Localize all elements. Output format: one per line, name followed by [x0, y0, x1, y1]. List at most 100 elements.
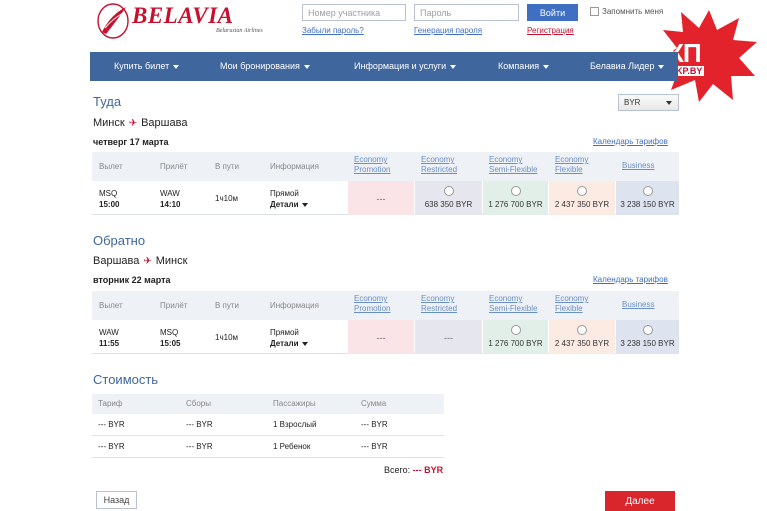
- next-button[interactable]: Далее: [605, 491, 675, 511]
- nav-item-company[interactable]: Компания: [498, 61, 550, 71]
- header-info: Информация: [270, 301, 319, 310]
- header-duration: В пути: [215, 301, 240, 310]
- fare-name-line2: Flexible: [555, 304, 583, 313]
- inbound-title: Обратно: [93, 233, 146, 248]
- fare-name-line2: Promotion: [354, 165, 391, 174]
- fare-name-line1: Economy: [421, 294, 455, 303]
- header-info: Информация: [270, 162, 319, 171]
- total-amount: Всего: --- BYR: [384, 465, 443, 475]
- fare-header-0[interactable]: Economy PromotionEconomyPromotion: [354, 294, 412, 314]
- fare-header-4[interactable]: BusinessBusiness: [622, 161, 677, 171]
- cost-fees: --- BYR: [186, 442, 213, 451]
- nav-item-info-services[interactable]: Информация и услуги: [354, 61, 457, 71]
- nav-item-my-bookings[interactable]: Мои бронирования: [220, 61, 310, 71]
- fare-name-line1: Economy: [555, 294, 589, 303]
- inbound-fare-calendar-link[interactable]: Календарь тарифов: [593, 275, 668, 284]
- chevron-down-icon: [303, 64, 310, 69]
- chevron-down-icon: [301, 202, 308, 207]
- total-label: Всего:: [384, 465, 411, 475]
- header-arrive: Прилёт: [160, 162, 188, 171]
- dep-time: 11:55: [99, 339, 120, 348]
- cost-header-fare: Тариф: [98, 399, 123, 408]
- nav-item-belavia-leader[interactable]: Белавиа Лидер: [590, 61, 665, 71]
- details-link[interactable]: Детали: [270, 339, 308, 348]
- fare-header-3[interactable]: Economy FlexibleEconomyFlexible: [555, 155, 613, 175]
- chevron-down-icon: [301, 341, 308, 346]
- fare-header-1[interactable]: Economy RestrictedEconomyRestricted: [421, 294, 480, 314]
- fare-name-line1: Economy: [489, 294, 523, 303]
- fare-radio[interactable]: [577, 325, 587, 335]
- fare-radio[interactable]: [443, 186, 454, 196]
- fare-radio[interactable]: [642, 325, 653, 335]
- currency-value: BYR: [624, 98, 641, 107]
- fare-name-line1: Business: [622, 161, 655, 170]
- fare-name-line1: Economy: [354, 294, 388, 303]
- chevron-down-icon: [543, 64, 550, 69]
- fare-header-2[interactable]: Economy Semi-FlexibleEconomySemi-Flexibl…: [489, 294, 546, 314]
- fare-radio[interactable]: [642, 186, 653, 196]
- route-to: Варшава: [141, 117, 188, 129]
- currency-select[interactable]: BYR: [618, 94, 679, 111]
- brand-subtitle: Belarusian Airlines: [216, 28, 263, 34]
- generate-password-link[interactable]: Генерация пароля: [414, 26, 482, 35]
- fare-header-1[interactable]: Economy RestrictedEconomyRestricted: [421, 155, 480, 175]
- belavia-logo[interactable]: BELAVIA Belarusian Airlines: [96, 2, 276, 42]
- fare-name-line1: Economy: [489, 155, 523, 164]
- fare-radio[interactable]: [510, 325, 521, 335]
- details-link[interactable]: Детали: [270, 200, 308, 209]
- fare-name-line2: Semi-Flexible: [489, 304, 538, 313]
- chevron-down-icon: [450, 64, 457, 69]
- fare-name-line2: Semi-Flexible: [489, 165, 538, 174]
- brand-name: BELAVIA: [132, 3, 234, 28]
- fare-name-line1: Business: [622, 300, 655, 309]
- chevron-down-icon: [173, 64, 180, 69]
- chevron-down-icon: [666, 101, 672, 105]
- header-duration: В пути: [215, 162, 240, 171]
- nav-item-buy-ticket[interactable]: Купить билет: [114, 61, 180, 71]
- fare-price: 2 437 350 BYR: [554, 200, 610, 209]
- remember-me[interactable]: Запомнить меня: [590, 7, 663, 16]
- fare-unavailable: ---: [376, 194, 386, 204]
- flight-type: Прямой: [270, 189, 299, 198]
- back-button[interactable]: Назад: [96, 491, 137, 509]
- member-number-input[interactable]: [302, 4, 406, 21]
- fare-radio[interactable]: [577, 186, 587, 196]
- fare-header-2[interactable]: Economy Semi-FlexibleEconomySemi-Flexibl…: [489, 155, 546, 175]
- fare-radio[interactable]: [510, 186, 521, 196]
- dep-code: WAW: [99, 328, 119, 337]
- plane-icon: ✈: [128, 118, 138, 129]
- password-input[interactable]: [414, 4, 519, 21]
- inbound-route: Варшава ✈ Минск: [93, 255, 187, 267]
- route-from: Минск: [93, 117, 125, 129]
- inbound-date: вторник 22 марта: [93, 275, 171, 285]
- fare-price: 638 350 BYR: [424, 200, 473, 209]
- fare-name-line2: Promotion: [354, 304, 391, 313]
- fare-name-line1: Economy: [555, 155, 589, 164]
- cost-title: Стоимость: [93, 372, 159, 387]
- fare-name-line1: Economy: [354, 155, 388, 164]
- register-link[interactable]: Регистрация: [527, 26, 574, 35]
- kp-watermark-sub: KP.BY: [674, 66, 705, 76]
- arr-time: 14:10: [160, 200, 181, 209]
- fare-name-line2: Restricted: [421, 165, 458, 174]
- route-from: Варшава: [93, 255, 140, 267]
- arr-time: 15:05: [160, 339, 181, 348]
- total-value: --- BYR: [412, 465, 444, 475]
- fare-header-4[interactable]: BusinessBusiness: [622, 300, 677, 310]
- table-row: --- BYR --- BYR 1 Взрослый --- BYR: [92, 414, 444, 436]
- fare-unavailable: ---: [444, 333, 453, 343]
- outbound-fare-calendar-link[interactable]: Календарь тарифов: [593, 137, 668, 146]
- remember-checkbox[interactable]: [590, 7, 599, 16]
- fare-price: 3 238 150 BYR: [620, 339, 675, 348]
- fare-name-line1: Economy: [421, 155, 455, 164]
- outbound-title: Туда: [93, 94, 122, 109]
- fare-price: 3 238 150 BYR: [620, 200, 675, 209]
- fare-header-3[interactable]: Economy FlexibleEconomyFlexible: [555, 294, 613, 314]
- login-button[interactable]: Войти: [527, 4, 578, 21]
- header-arrive: Прилёт: [160, 301, 188, 310]
- cost-sum: --- BYR: [361, 420, 388, 429]
- chevron-down-icon: [658, 64, 665, 69]
- fare-header-0[interactable]: Economy PromotionEconomyPromotion: [354, 155, 412, 175]
- forgot-password-link[interactable]: Забыли пароль?: [302, 26, 364, 35]
- route-to: Минск: [155, 255, 188, 267]
